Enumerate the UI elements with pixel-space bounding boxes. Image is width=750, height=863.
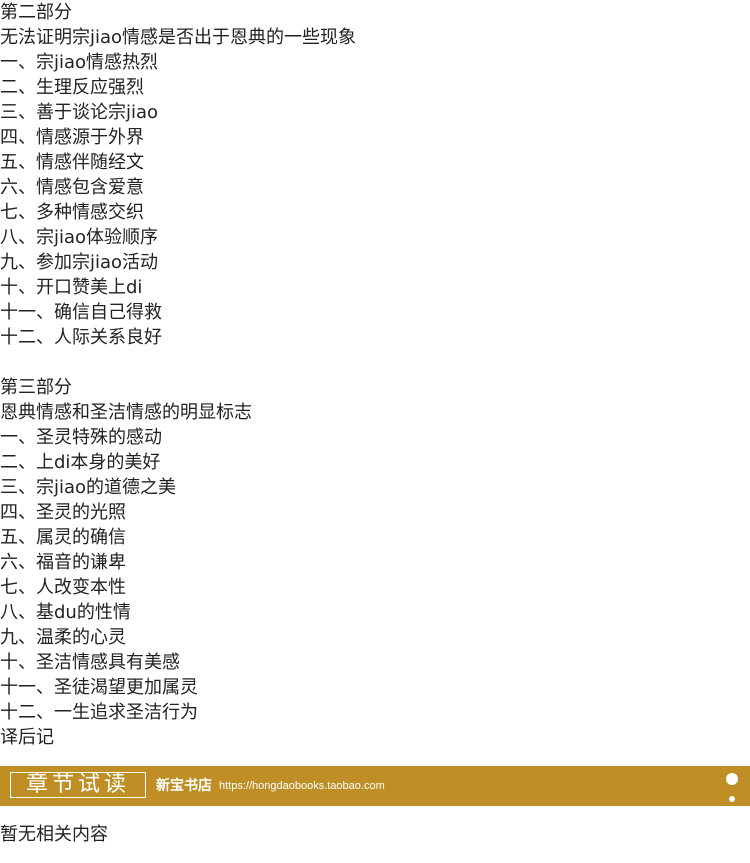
toc-item: 五、情感伴随经文 — [0, 152, 144, 173]
toc-item: 三、宗jiao的道德之美 — [0, 477, 177, 498]
toc-item: 九、参加宗jiao活动 — [0, 252, 159, 273]
toc-item: 六、情感包含爱意 — [0, 177, 144, 198]
chapter-preview-banner[interactable]: 章节试读 新宝书店 https://hongdaobooks.taobao.co… — [0, 766, 750, 806]
toc-item: 十一、确信自己得救 — [0, 302, 162, 323]
toc-item: 三、善于谈论宗jiao — [0, 102, 159, 123]
toc-item: 十、开口赞美上di — [0, 277, 143, 298]
toc-item: 四、圣灵的光照 — [0, 502, 126, 523]
toc-item: 十、圣洁情感具有美感 — [0, 652, 180, 673]
toc-item: 五、属灵的确信 — [0, 527, 126, 548]
part2-subtitle: 无法证明宗jiao情感是否出于恩典的一些现象 — [0, 27, 357, 48]
part3-heading: 第三部分 — [0, 377, 72, 398]
toc-item: 九、温柔的心灵 — [0, 627, 126, 648]
toc-item: 七、人改变本性 — [0, 577, 126, 598]
toc-item: 二、生理反应强烈 — [0, 77, 144, 98]
toc-item: 十二、一生追求圣洁行为 — [0, 702, 198, 723]
toc-item: 七、多种情感交织 — [0, 202, 144, 223]
toc-item: 八、宗jiao体验顺序 — [0, 227, 159, 248]
shop-url: https://hongdaobooks.taobao.com — [219, 780, 385, 792]
banner-title: 章节试读 — [10, 772, 146, 798]
toc-item: 二、上di本身的美好 — [0, 452, 161, 473]
decorative-dot-icon — [729, 796, 735, 802]
empty-content-note: 暂无相关内容 — [0, 824, 108, 845]
toc-item: 四、情感源于外界 — [0, 127, 144, 148]
toc-item: 六、福音的谦卑 — [0, 552, 126, 573]
part3-subtitle: 恩典情感和圣洁情感的明显标志 — [0, 402, 252, 423]
toc-item: 一、宗jiao情感热烈 — [0, 52, 159, 73]
decorative-dot-icon — [726, 773, 738, 785]
toc-item: 一、圣灵特殊的感动 — [0, 427, 162, 448]
afterword: 译后记 — [0, 727, 54, 748]
shop-name: 新宝书店 — [156, 778, 212, 794]
toc-item: 十一、圣徒渴望更加属灵 — [0, 677, 198, 698]
toc-item: 十二、人际关系良好 — [0, 327, 162, 348]
part2-heading: 第二部分 — [0, 2, 72, 23]
table-of-contents: 第二部分 无法证明宗jiao情感是否出于恩典的一些现象 一、宗jiao情感热烈 … — [0, 0, 750, 750]
toc-item: 八、基du的性情 — [0, 602, 131, 623]
